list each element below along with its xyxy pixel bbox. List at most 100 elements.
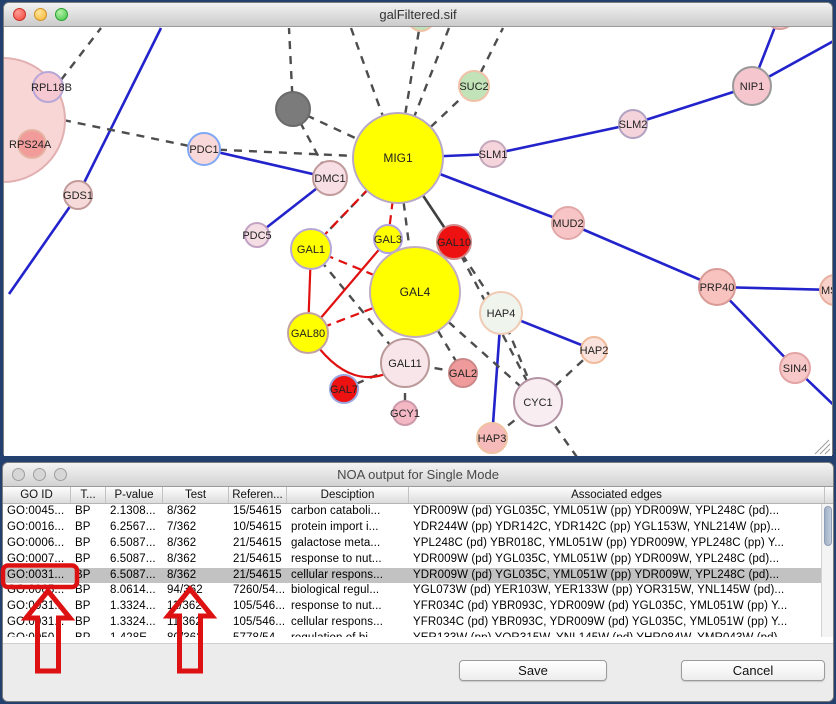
- cell: YDR244W (pp) YDR142C, YDR142C (pp) YGL15…: [409, 520, 825, 536]
- cell: GO:0006...: [3, 536, 71, 552]
- column-header-test[interactable]: Test: [163, 487, 229, 503]
- column-header-desciption[interactable]: Desciption: [287, 487, 409, 503]
- cell: 8/362: [163, 504, 229, 520]
- cell: 8/362: [163, 568, 229, 584]
- network-canvas[interactable]: RPL18BRPS24AGDS1PDC1MIG1SUC2SLM1DMC1SLM2…: [4, 27, 832, 456]
- node-topgreen[interactable]: [408, 27, 434, 31]
- table-body: GO:0045...BP2.1308...8/36215/54615carbon…: [3, 504, 833, 647]
- column-header-referen[interactable]: Referen...: [229, 487, 287, 503]
- cell: 6.5087...: [106, 536, 163, 552]
- cell: 11/362: [163, 615, 229, 631]
- window-title: NOA output for Single Mode: [3, 467, 833, 482]
- node-label-rpl18b: RPL18B: [31, 82, 72, 94]
- minimize-button[interactable]: [34, 8, 47, 21]
- cell: 94/362: [163, 583, 229, 599]
- node-label-hap3: HAP3: [478, 433, 507, 445]
- cell: 6.5087...: [106, 568, 163, 584]
- node-label-gal4: GAL4: [400, 285, 431, 299]
- node-label-gal7: GAL7: [330, 384, 358, 396]
- cell: YDR009W (pd) YGL035C, YML051W (pp) YDR00…: [409, 552, 825, 568]
- edge[interactable]: [493, 124, 633, 154]
- cell: BP: [71, 583, 106, 599]
- zoom-button[interactable]: [54, 468, 67, 481]
- cell: GO:0031...: [3, 615, 71, 631]
- cell: YFR034C (pd) YBR093C, YDR009W (pd) YGL03…: [409, 615, 825, 631]
- vertical-scrollbar[interactable]: [821, 504, 833, 647]
- resize-grip-icon[interactable]: [811, 439, 831, 455]
- zoom-button[interactable]: [55, 8, 68, 21]
- node-label-msi: MSI: [821, 285, 832, 297]
- cell: BP: [71, 568, 106, 584]
- traffic-lights: [13, 8, 68, 21]
- table-row-1[interactable]: GO:0045...BP2.1308...8/36215/54615carbon…: [3, 504, 833, 520]
- table-row-7[interactable]: GO:0031...BP1.3324...11/362105/546...res…: [3, 599, 833, 615]
- close-button[interactable]: [13, 8, 26, 21]
- noa-window-titlebar[interactable]: NOA output for Single Mode: [3, 463, 833, 487]
- node-label-slm1: SLM1: [479, 149, 508, 161]
- node-label-sin4: SIN4: [783, 363, 807, 375]
- cell: 7260/54...: [229, 583, 287, 599]
- table-row-2[interactable]: GO:0016...BP6.2567...7/36210/54615protei…: [3, 520, 833, 536]
- node-label-rps24a: RPS24A: [9, 139, 52, 151]
- node-label-nip1: NIP1: [740, 81, 764, 93]
- noa-output-window: NOA output for Single Mode GO IDT...P-va…: [2, 462, 834, 702]
- node-label-gcy1: GCY1: [390, 408, 420, 420]
- node-label-gal80: GAL80: [291, 328, 325, 340]
- button-bar: Save Cancel: [3, 643, 833, 701]
- cell: BP: [71, 552, 106, 568]
- cell: biological regul...: [287, 583, 409, 599]
- close-button[interactable]: [12, 468, 25, 481]
- scrollbar-thumb[interactable]: [824, 506, 832, 546]
- column-header-t[interactable]: T...: [71, 487, 106, 503]
- edge[interactable]: [568, 223, 717, 287]
- table-row-3[interactable]: GO:0006...BP6.5087...8/36221/54615galact…: [3, 536, 833, 552]
- cell: 11/362: [163, 599, 229, 615]
- node-label-gal10: GAL10: [437, 237, 471, 249]
- cell: YFR034C (pd) YBR093C, YDR009W (pd) YGL03…: [409, 599, 825, 615]
- cell: BP: [71, 599, 106, 615]
- table-row-5[interactable]: GO:0031...BP6.5087...8/36221/54615cellul…: [3, 568, 833, 584]
- node-label-suc2: SUC2: [459, 81, 488, 93]
- cancel-button[interactable]: Cancel: [681, 660, 825, 681]
- cell: 2.1308...: [106, 504, 163, 520]
- edge[interactable]: [61, 28, 101, 80]
- node-label-gal1: GAL1: [297, 244, 325, 256]
- cell: 7/362: [163, 520, 229, 536]
- table-row-8[interactable]: GO:0031...BP1.3324...11/362105/546...cel…: [3, 615, 833, 631]
- column-header-p-value[interactable]: P-value: [106, 487, 163, 503]
- table-row-4[interactable]: GO:0007...BP6.5087...8/36221/54615respon…: [3, 552, 833, 568]
- network-window-titlebar[interactable]: galFiltered.sif: [4, 3, 832, 27]
- node-label-pdc5: PDC5: [242, 230, 271, 242]
- window-title: galFiltered.sif: [4, 7, 832, 22]
- node-label-hap4: HAP4: [487, 308, 516, 320]
- node-label-dmc1: DMC1: [314, 173, 345, 185]
- cell: YDR009W (pd) YGL035C, YML051W (pp) YDR00…: [409, 504, 825, 520]
- cell: GO:0031...: [3, 599, 71, 615]
- cell: YPL248C (pd) YBR018C, YML051W (pp) YDR00…: [409, 536, 825, 552]
- node-label-slm2: SLM2: [619, 119, 648, 131]
- column-header-go-id[interactable]: GO ID: [3, 487, 71, 503]
- column-header-associated-edges[interactable]: Associated edges: [409, 487, 825, 503]
- node-label-mud2: MUD2: [552, 218, 583, 230]
- node-label-gal3: GAL3: [374, 234, 402, 246]
- desktop: { "background_color": "#24406e", "networ…: [0, 0, 836, 704]
- minimize-button[interactable]: [33, 468, 46, 481]
- cell: 1.3324...: [106, 615, 163, 631]
- cell: 8/362: [163, 536, 229, 552]
- cell: 105/546...: [229, 615, 287, 631]
- edge[interactable]: [63, 120, 204, 149]
- cell: galactose meta...: [287, 536, 409, 552]
- node-label-gds1: GDS1: [63, 190, 93, 202]
- cell: GO:0045...: [3, 504, 71, 520]
- cell: 1.3324...: [106, 599, 163, 615]
- cell: 21/54615: [229, 536, 287, 552]
- node-label-hap2: HAP2: [580, 345, 609, 357]
- node-toppink[interactable]: [765, 27, 795, 29]
- node-graynode[interactable]: [276, 92, 310, 126]
- network-graph[interactable]: RPL18BRPS24AGDS1PDC1MIG1SUC2SLM1DMC1SLM2…: [4, 27, 832, 456]
- network-window: galFiltered.sif RPL18BRPS24AGDS1PDC1MIG1…: [3, 2, 833, 455]
- table-row-6[interactable]: GO:0065...BP8.0614...94/3627260/54...bio…: [3, 583, 833, 599]
- save-button[interactable]: Save: [459, 660, 607, 681]
- cell: 21/54615: [229, 552, 287, 568]
- cell: response to nut...: [287, 552, 409, 568]
